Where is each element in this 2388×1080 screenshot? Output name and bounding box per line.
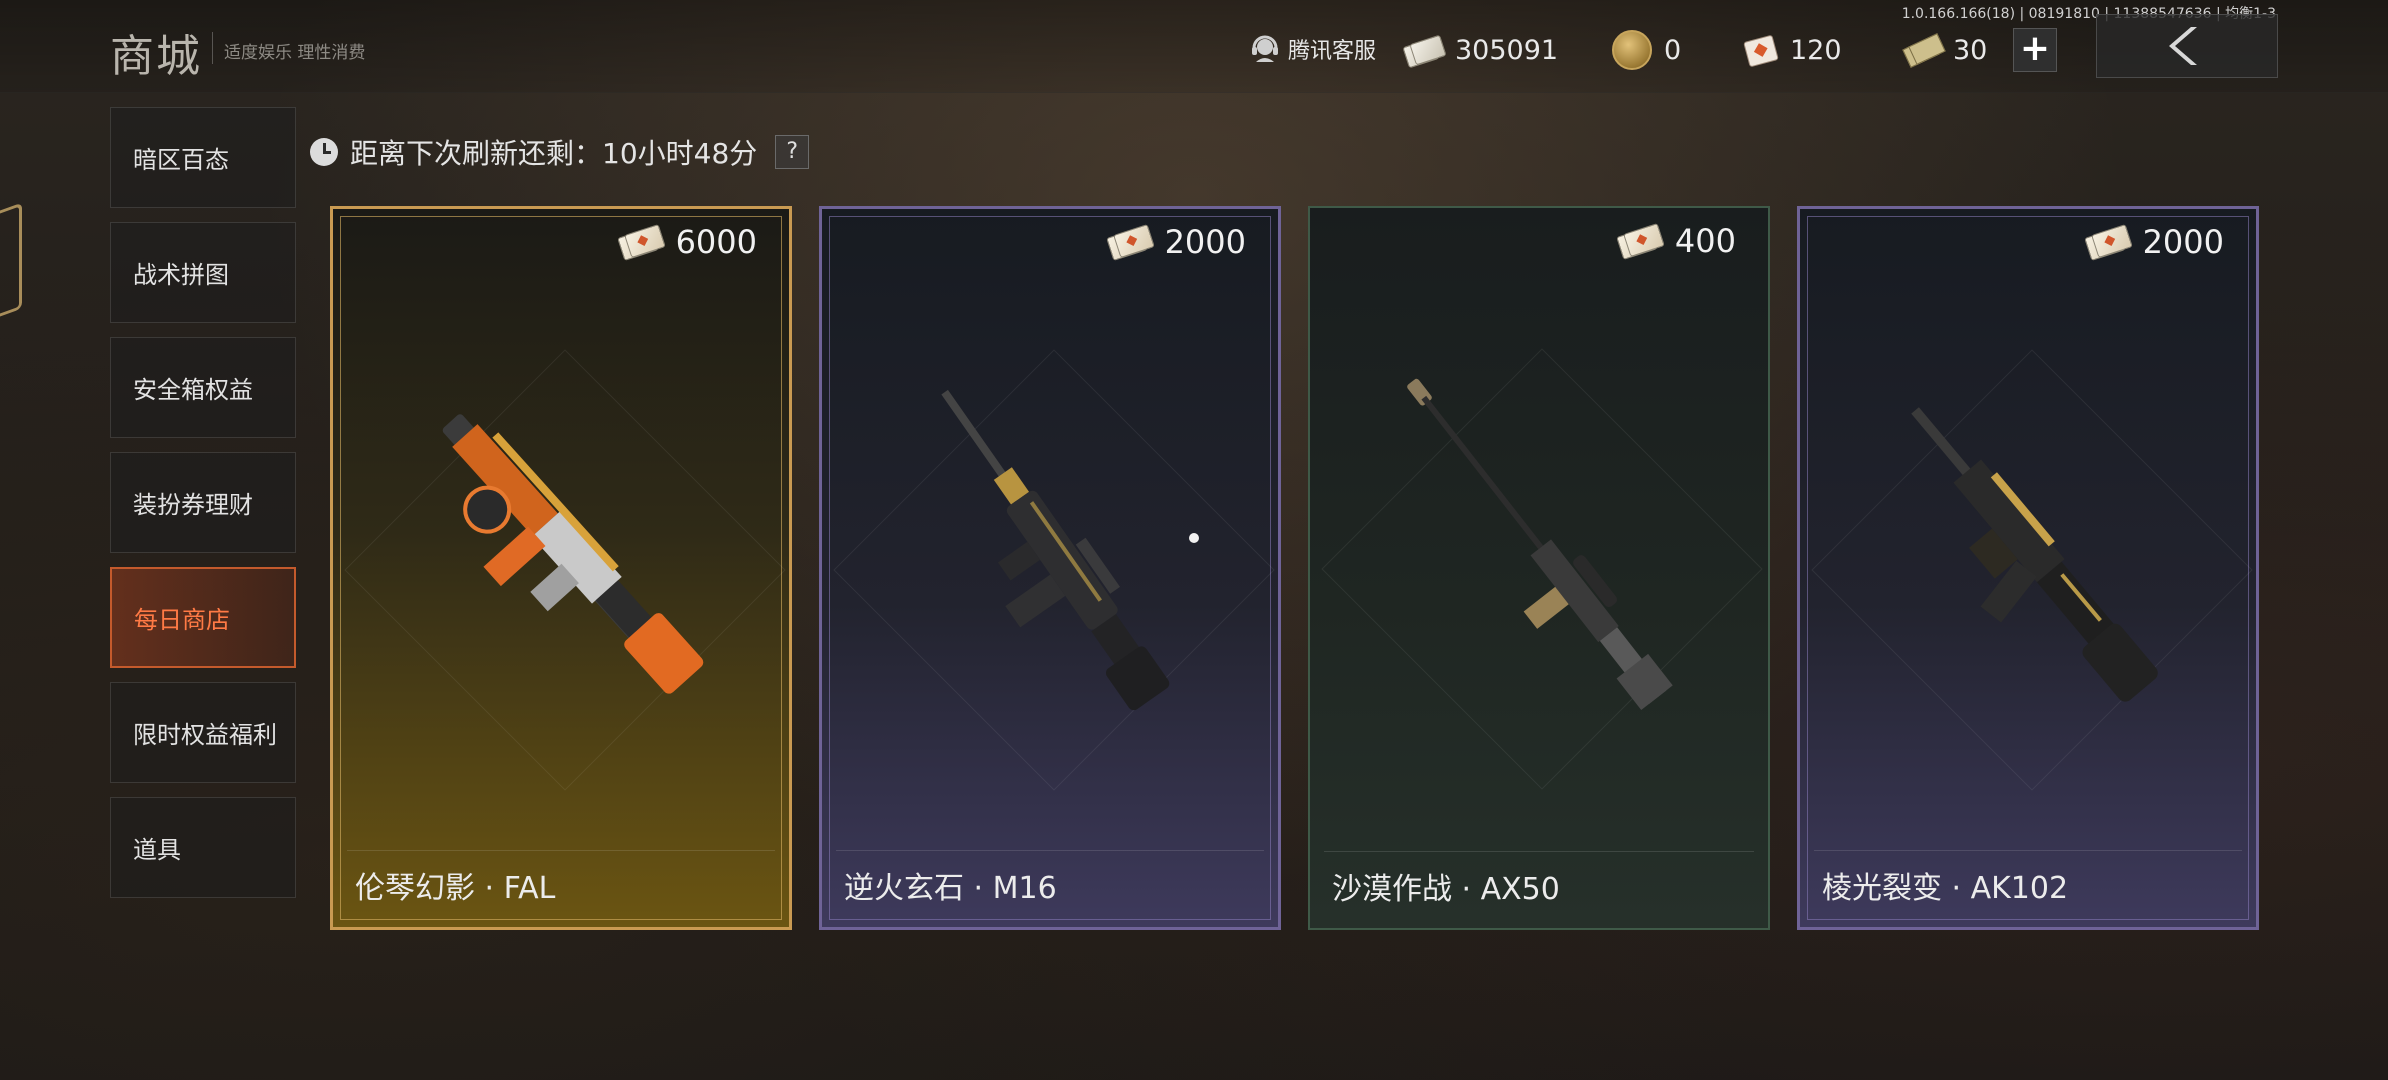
- sidebar-item-voucher[interactable]: 装扮券理财: [110, 452, 296, 553]
- sidebar-item-daily-shop[interactable]: 每日商店: [110, 567, 296, 668]
- clock-icon: [310, 138, 338, 166]
- card-divider: [836, 850, 1264, 851]
- currency-coins: 0: [1612, 30, 1681, 70]
- ticket-bundle-icon: [1402, 34, 1447, 69]
- sidebar-item-tactical-puzzle[interactable]: 战术拼图: [110, 222, 296, 323]
- headset-icon: [1252, 35, 1278, 62]
- shop-card-m16[interactable]: 2000 逆火玄石 · M16: [819, 206, 1281, 930]
- sidebar-item-limited-benefits[interactable]: 限时权益福利: [110, 682, 296, 783]
- currency-tickets: 305091: [1402, 30, 1559, 70]
- title-divider: [212, 32, 213, 64]
- currency-value: 0: [1664, 34, 1682, 66]
- weapon-fal-image: [442, 414, 704, 694]
- card-divider: [1814, 850, 2242, 851]
- chevron-left-icon: [2169, 27, 2197, 65]
- customer-service-label: 腾讯客服: [1288, 39, 1377, 64]
- sidebar-item-items[interactable]: 道具: [110, 797, 296, 898]
- weapon-name: 逆火玄石 · M16: [844, 871, 1057, 906]
- sidebar-item-label: 道具: [133, 836, 181, 864]
- sidebar: 暗区百态 战术拼图 安全箱权益 装扮券理财 每日商店 限时权益福利 道具: [110, 107, 298, 912]
- back-button[interactable]: [2096, 14, 2278, 78]
- card-divider: [347, 850, 775, 851]
- weapon-ak102-image: [1911, 407, 2158, 702]
- currency-value: 120: [1790, 34, 1842, 66]
- price-tag: 2000: [1105, 223, 1246, 261]
- ticket-price-icon: [616, 224, 670, 261]
- price-value: 6000: [675, 223, 757, 261]
- refresh-timer: 距离下次刷新还剩：10小时48分 ?: [310, 132, 810, 172]
- card-divider: [1324, 851, 1754, 852]
- currency-value: 305091: [1455, 34, 1559, 66]
- refresh-text: 距离下次刷新还剩：10小时48分: [350, 137, 758, 170]
- add-currency-button[interactable]: +: [2013, 28, 2057, 72]
- sidebar-item-label: 暗区百态: [133, 146, 229, 174]
- edge-badge-decoration: [0, 202, 22, 328]
- price-tag: 2000: [2083, 223, 2224, 261]
- weapon-name: 沙漠作战 · AX50: [1332, 872, 1560, 907]
- ticket-price-icon: [2083, 224, 2137, 261]
- currency-value: 30: [1953, 34, 1988, 66]
- card-coupon-icon: [1742, 34, 1779, 68]
- customer-service-button[interactable]: 腾讯客服: [1250, 32, 1376, 66]
- currency-bills: 30: [1902, 30, 1988, 70]
- sidebar-item-label: 每日商店: [134, 606, 230, 634]
- sidebar-item-label: 限时权益福利: [133, 721, 277, 749]
- sidebar-item-label: 装扮券理财: [133, 491, 253, 519]
- weapon-name: 棱光裂变 · AK102: [1822, 871, 2069, 906]
- shop-card-ak102[interactable]: 2000 棱光裂变 · AK102: [1797, 206, 2259, 930]
- page-subtitle: 适度娱乐 理性消费: [224, 43, 366, 63]
- help-button[interactable]: ?: [775, 135, 810, 169]
- price-tag: 6000: [616, 223, 757, 261]
- currency-cards: 120: [1742, 30, 1842, 70]
- shop-card-fal[interactable]: 6000 伦琴幻影 · FAL: [330, 206, 792, 930]
- sidebar-item-label: 安全箱权益: [133, 376, 253, 404]
- weapon-name: 伦琴幻影 · FAL: [355, 871, 556, 906]
- price-value: 2000: [2142, 223, 2224, 261]
- top-bar: 商城 适度娱乐 理性消费 1.0.166.166(18) | 08191810 …: [0, 0, 2388, 93]
- price-value: 2000: [1164, 223, 1246, 261]
- shop-card-ax50[interactable]: 400 沙漠作战 · AX50: [1308, 206, 1770, 930]
- weapon-ax50-image: [1407, 378, 1673, 711]
- price-tag: 400: [1616, 222, 1736, 260]
- page-title: 商城: [110, 31, 202, 82]
- touch-cursor-indicator: [1189, 533, 1199, 543]
- sidebar-item-safebox[interactable]: 安全箱权益: [110, 337, 296, 438]
- weapon-m16-image: [941, 389, 1170, 711]
- ticket-price-icon: [1105, 224, 1159, 261]
- cash-bill-icon: [1902, 33, 1946, 68]
- gold-coin-icon: [1612, 30, 1652, 70]
- ticket-price-icon: [1616, 223, 1669, 260]
- sidebar-item-dark-zone[interactable]: 暗区百态: [110, 107, 296, 208]
- price-value: 400: [1674, 222, 1736, 260]
- sidebar-item-label: 战术拼图: [133, 261, 229, 289]
